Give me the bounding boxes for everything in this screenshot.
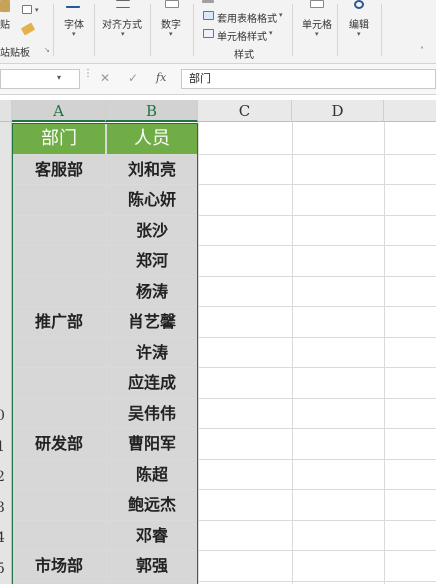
gridline — [12, 520, 436, 521]
gridline — [12, 276, 436, 277]
gridline — [12, 337, 436, 338]
row-number[interactable]: 0 — [0, 408, 10, 424]
staff-cell[interactable]: 曹阳军 — [107, 429, 197, 459]
ribbon-separator — [381, 4, 382, 56]
formula-bar: ▾ ⋮ ✕ ✓ fx 部门 — [0, 64, 436, 95]
column-header-e[interactable] — [384, 100, 436, 122]
search-icon[interactable] — [354, 0, 364, 9]
gridline — [12, 459, 436, 460]
alignment-button[interactable]: 对齐方式 — [102, 16, 142, 31]
gridline — [384, 122, 385, 584]
number-format-icon[interactable] — [165, 0, 179, 8]
alignment-icon[interactable] — [116, 0, 130, 8]
column-header-a[interactable]: A — [12, 100, 106, 122]
name-box-dropdown-icon[interactable]: ▾ — [57, 73, 61, 82]
cell-style-icon[interactable] — [203, 29, 214, 38]
name-box[interactable]: ▾ — [0, 69, 80, 89]
editing-button[interactable]: 编辑 — [349, 16, 369, 31]
gridline — [12, 245, 436, 246]
editing-dropdown-icon[interactable]: ▾ — [357, 30, 361, 38]
ribbon-separator — [53, 4, 54, 56]
gridline — [292, 122, 293, 584]
formula-bar-more-icon[interactable]: ⋮ — [83, 68, 93, 79]
cancel-icon[interactable]: ✕ — [100, 71, 110, 85]
paste-button[interactable]: 贴 — [0, 16, 10, 31]
column-header-b[interactable]: B — [106, 100, 198, 122]
staff-cell[interactable]: 肖艺馨 — [107, 307, 197, 337]
department-cell[interactable]: 研发部 — [13, 429, 105, 459]
ribbon-separator — [150, 4, 151, 56]
department-cell[interactable]: 推广部 — [13, 307, 105, 337]
row-number[interactable]: 3 — [0, 500, 10, 516]
font-button[interactable]: 字体 — [64, 16, 84, 31]
styles-group-label: 样式 — [234, 50, 254, 61]
staff-cell[interactable]: 陈心妍 — [107, 185, 197, 215]
row-number[interactable]: 4 — [0, 530, 10, 546]
gridline — [12, 367, 436, 368]
staff-cell[interactable]: 许涛 — [107, 338, 197, 368]
clipboard-launcher-icon[interactable]: ↘ — [44, 46, 50, 54]
staff-cell[interactable]: 杨涛 — [107, 277, 197, 307]
staff-cell[interactable]: 郭强 — [107, 551, 197, 581]
staff-cell[interactable]: 张沙 — [107, 216, 197, 246]
staff-cell[interactable]: 邓睿 — [107, 521, 197, 551]
row-number[interactable]: 5 — [0, 561, 10, 577]
number-button[interactable]: 数字 — [161, 16, 181, 31]
cells-dropdown-icon[interactable]: ▾ — [315, 30, 319, 38]
gridline — [12, 581, 436, 582]
ribbon-separator — [94, 4, 95, 56]
row-number[interactable]: 2 — [0, 469, 10, 485]
gridline — [198, 122, 199, 584]
row-number[interactable]: 1 — [0, 439, 10, 455]
ribbon: 贴 ▾ 站贴板 ↘ 字体 ▾ 对齐方式 ▾ 数字 ▾ 套用表格格式 ▾ 单元格样… — [0, 0, 436, 64]
column-header-d[interactable]: D — [292, 100, 384, 122]
enter-icon[interactable]: ✓ — [128, 71, 138, 85]
format-painter-icon[interactable] — [20, 22, 36, 36]
gridline — [12, 215, 436, 216]
ribbon-separator — [193, 4, 194, 56]
staff-cell[interactable]: 鲍远杰 — [107, 490, 197, 520]
header-cell-department[interactable]: 部门 — [13, 124, 105, 154]
ribbon-separator — [337, 4, 338, 56]
department-cell[interactable]: 客服部 — [13, 155, 105, 185]
staff-cell[interactable]: 吴伟伟 — [107, 399, 197, 429]
table-format-button[interactable]: 套用表格格式 — [217, 10, 277, 25]
staff-cell[interactable]: 应连成 — [107, 368, 197, 398]
paste-icon[interactable] — [0, 0, 10, 12]
select-all-corner[interactable] — [0, 100, 12, 122]
gridline — [12, 489, 436, 490]
clipboard-group-label: 站贴板 — [0, 48, 30, 59]
staff-cell[interactable]: 刘和亮 — [107, 155, 197, 185]
copy-dropdown-icon[interactable]: ▾ — [35, 6, 39, 14]
table-format-icon[interactable] — [203, 11, 214, 20]
ribbon-collapse-icon[interactable]: ˄ — [420, 46, 424, 55]
department-cell[interactable]: 市场部 — [13, 551, 105, 581]
column-header-c[interactable]: C — [198, 100, 292, 122]
cells-icon[interactable] — [310, 0, 324, 8]
ribbon-separator — [292, 4, 293, 56]
insert-function-icon[interactable]: fx — [156, 71, 166, 84]
cell-style-button[interactable]: 单元格样式 — [217, 28, 267, 43]
staff-cell[interactable]: 郑河 — [107, 246, 197, 276]
header-cell-staff[interactable]: 人员 — [107, 124, 197, 154]
formula-input[interactable]: 部门 — [181, 69, 436, 89]
staff-cell[interactable]: 陈超 — [107, 460, 197, 490]
conditional-format-icon[interactable] — [202, 0, 214, 3]
cell-style-dropdown-icon[interactable]: ▾ — [269, 29, 273, 37]
font-icon[interactable] — [66, 0, 80, 8]
gridline — [12, 398, 436, 399]
number-dropdown-icon[interactable]: ▾ — [169, 30, 173, 38]
font-dropdown-icon[interactable]: ▾ — [72, 30, 76, 38]
row-header-strip: 0 1 2 3 4 5 — [0, 122, 12, 584]
alignment-dropdown-icon[interactable]: ▾ — [121, 30, 125, 38]
cells-button[interactable]: 单元格 — [302, 16, 332, 31]
table-format-dropdown-icon[interactable]: ▾ — [279, 11, 283, 19]
copy-icon[interactable] — [22, 5, 32, 14]
